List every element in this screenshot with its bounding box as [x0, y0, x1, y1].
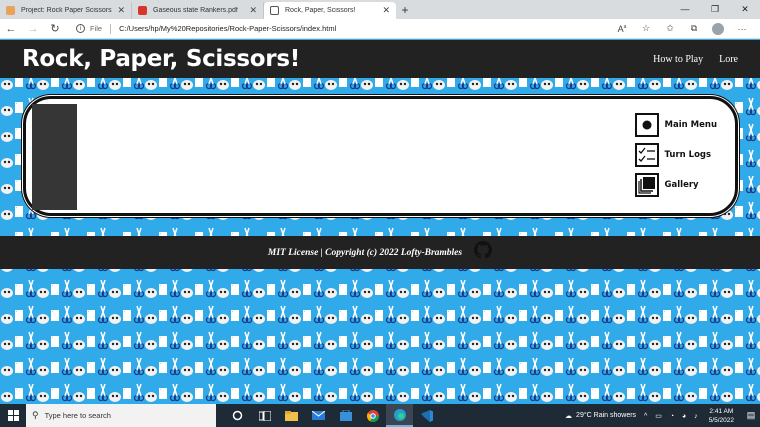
browser-tab-pdf[interactable]: Gaseous state Rankers.pdf ✕	[132, 2, 264, 19]
tray-icons[interactable]: ^ ▭ ◔ ◕ ♪	[644, 412, 701, 420]
close-tab-icon[interactable]: ✕	[249, 5, 257, 16]
cortana-icon[interactable]	[224, 404, 251, 427]
profile-avatar[interactable]	[712, 22, 724, 35]
browser-tab-rps[interactable]: Rock, Paper, Scissors! ✕	[264, 2, 396, 19]
search-placeholder: Type here to search	[44, 411, 111, 420]
footer-license-text: MIT License | Copyright (c) 2022 Lofty-B…	[267, 247, 463, 258]
chrome-icon[interactable]	[359, 404, 386, 427]
taskbar-apps	[224, 404, 440, 427]
weather-cloud-icon: ☁	[565, 412, 573, 420]
favorites-icon[interactable]: ✩	[658, 23, 682, 34]
site-title: Rock, Paper, Scissors!	[22, 46, 300, 72]
window-controls: — ❐ ✕	[670, 0, 760, 19]
clock-date: 5/5/2022	[708, 416, 734, 424]
read-aloud-icon[interactable]: Aa	[610, 24, 634, 34]
checklist-icon	[634, 143, 659, 167]
file-explorer-icon[interactable]	[278, 404, 305, 427]
forward-icon[interactable]: →	[22, 23, 44, 35]
reload-icon[interactable]: ↻	[44, 22, 66, 35]
menu-label: Gallery	[664, 180, 699, 190]
page-viewport: Rock, Paper, Scissors! How to Play Lore …	[0, 40, 760, 404]
taskbar: ⚲ Type here to search ☁ 29°C Rain shower…	[0, 404, 760, 427]
weather-widget[interactable]: ☁ 29°C Rain showers	[565, 412, 636, 420]
browser-tools: Aa ☆ ✩ ⧉ ···	[610, 22, 754, 35]
address-url: C:/Users/hp/My%20Repositories/Rock-Paper…	[119, 24, 337, 33]
task-view-icon[interactable]	[251, 404, 278, 427]
side-menu: Main Menu Turn Logs Gallery	[634, 113, 717, 197]
taskbar-clock[interactable]: 2:41 AM 5/5/2022	[709, 407, 734, 425]
windows-start-icon[interactable]	[0, 404, 26, 427]
site-footer: MIT License | Copyright (c) 2022 Lofty-B…	[0, 236, 760, 269]
tab-title: Gaseous state Rankers.pdf	[153, 7, 238, 14]
browser-tab-strip: Project: Rock Paper Scissors | The ✕ Gas…	[0, 0, 760, 19]
nav-link-how-to-play[interactable]: How to Play	[653, 54, 703, 65]
clock-time: 2:41 AM	[709, 407, 734, 415]
taskbar-search[interactable]: ⚲ Type here to search	[26, 404, 216, 427]
menu-item-gallery[interactable]: Gallery	[634, 173, 717, 197]
store-icon[interactable]	[332, 404, 359, 427]
collections-icon[interactable]: ⧉	[682, 23, 706, 34]
menu-item-turn-logs[interactable]: Turn Logs	[634, 143, 717, 167]
rps-background-pattern	[0, 40, 760, 404]
search-icon: ⚲	[32, 410, 39, 420]
menu-label: Turn Logs	[664, 150, 712, 160]
close-tab-icon[interactable]: ✕	[382, 5, 390, 16]
more-menu-icon[interactable]: ···	[730, 24, 754, 34]
pdf-favicon-icon	[138, 6, 147, 15]
nav-link-lore[interactable]: Lore	[719, 54, 738, 65]
vscode-icon[interactable]	[413, 404, 440, 427]
system-tray: ☁ 29°C Rain showers ^ ▭ ◔ ◕ ♪ 2:41 AM 5/…	[565, 407, 760, 425]
record-dot-icon	[634, 113, 659, 137]
favorite-star-icon[interactable]: ☆	[634, 23, 658, 34]
site-header: Rock, Paper, Scissors! How to Play Lore	[0, 40, 760, 78]
close-tab-icon[interactable]: ✕	[117, 5, 125, 16]
address-divider	[110, 23, 112, 34]
site-nav: How to Play Lore	[653, 54, 738, 65]
tab-favicon-icon	[6, 6, 15, 15]
back-icon[interactable]: ←	[0, 23, 22, 35]
browser-toolbar: ← → ↻ i File C:/Users/hp/My%20Repositori…	[0, 19, 760, 39]
menu-label: Main Menu	[664, 120, 717, 130]
github-icon[interactable]	[474, 241, 493, 264]
minimize-icon[interactable]: —	[670, 0, 700, 19]
new-tab-button[interactable]: +	[396, 2, 414, 19]
page-favicon-icon	[270, 6, 279, 15]
weather-text: 29°C Rain showers	[576, 412, 637, 419]
game-display-area	[32, 104, 77, 210]
close-window-icon[interactable]: ✕	[730, 0, 760, 19]
tab-title: Rock, Paper, Scissors!	[285, 7, 356, 14]
address-bar[interactable]: i File C:/Users/hp/My%20Repositories/Roc…	[76, 23, 610, 34]
gallery-icon	[634, 173, 659, 197]
edge-icon[interactable]	[386, 404, 413, 427]
tab-title: Project: Rock Paper Scissors | The	[21, 7, 113, 14]
browser-tab-project[interactable]: Project: Rock Paper Scissors | The ✕	[0, 2, 132, 19]
notification-icon[interactable]: ▤	[742, 410, 760, 421]
mail-icon[interactable]	[305, 404, 332, 427]
info-icon[interactable]: i	[76, 24, 85, 33]
restore-icon[interactable]: ❐	[700, 0, 730, 19]
address-scheme: File	[90, 24, 103, 33]
game-panel: Main Menu Turn Logs Gallery	[23, 96, 738, 216]
menu-item-main-menu[interactable]: Main Menu	[634, 113, 717, 137]
